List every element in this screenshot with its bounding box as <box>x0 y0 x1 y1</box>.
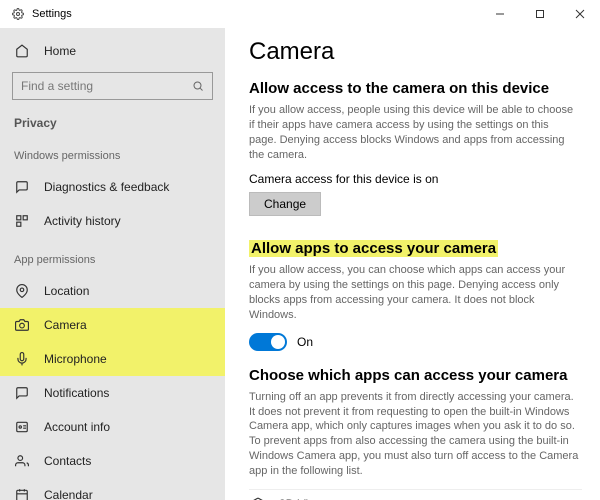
sidebar-item-account[interactable]: Account info <box>0 410 225 444</box>
section3-description: Turning off an app prevents it from dire… <box>249 390 579 479</box>
sidebar-item-label: Calendar <box>44 488 93 500</box>
sidebar-item-label: Diagnostics & feedback <box>44 180 169 194</box>
camera-access-status: Camera access for this device is on <box>249 172 582 186</box>
sidebar-group-app: App permissions <box>0 246 225 274</box>
sidebar: Home Find a setting Privacy Windows perm… <box>0 28 225 500</box>
sidebar-group-windows: Windows permissions <box>0 142 225 170</box>
sidebar-item-camera[interactable]: Camera <box>0 308 225 342</box>
sidebar-item-notifications[interactable]: Notifications <box>0 376 225 410</box>
calendar-icon <box>14 487 30 500</box>
window-title: Settings <box>32 8 72 20</box>
sidebar-item-label: Microphone <box>44 352 107 366</box>
search-placeholder: Find a setting <box>21 79 192 93</box>
minimize-button[interactable] <box>480 0 520 28</box>
sidebar-item-location[interactable]: Location <box>0 274 225 308</box>
section3-heading: Choose which apps can access your camera <box>249 367 582 384</box>
sidebar-item-label: Contacts <box>44 454 91 468</box>
sidebar-item-label: Camera <box>44 318 87 332</box>
section1-description: If you allow access, people using this d… <box>249 103 579 162</box>
sidebar-item-diagnostics[interactable]: Diagnostics & feedback <box>0 170 225 204</box>
sidebar-item-activity[interactable]: Activity history <box>0 204 225 238</box>
gear-icon <box>12 8 24 20</box>
cube-icon <box>249 495 267 500</box>
titlebar: Settings <box>0 0 600 28</box>
main-content: Camera Allow access to the camera on thi… <box>225 28 600 500</box>
camera-icon <box>14 317 30 333</box>
search-icon <box>192 80 204 92</box>
sidebar-item-label: Location <box>44 284 89 298</box>
close-button[interactable] <box>560 0 600 28</box>
sidebar-item-label: Notifications <box>44 386 109 400</box>
feedback-icon <box>14 179 30 195</box>
sidebar-item-microphone[interactable]: Microphone <box>0 342 225 376</box>
toggle-label: On <box>297 335 313 349</box>
search-input[interactable]: Find a setting <box>12 72 213 100</box>
notifications-icon <box>14 385 30 401</box>
page-title: Camera <box>249 38 582 66</box>
microphone-icon <box>14 351 30 367</box>
sidebar-item-home[interactable]: Home <box>0 34 225 68</box>
section1-heading: Allow access to the camera on this devic… <box>249 80 582 97</box>
change-button[interactable]: Change <box>249 192 321 216</box>
location-icon <box>14 283 30 299</box>
account-icon <box>14 419 30 435</box>
sidebar-item-calendar[interactable]: Calendar <box>0 478 225 500</box>
sidebar-item-label: Home <box>44 44 76 58</box>
activity-icon <box>14 213 30 229</box>
app-list-item[interactable]: 3D Viewer <box>249 489 582 500</box>
section2-heading: Allow apps to access your camera <box>249 240 498 257</box>
maximize-button[interactable] <box>520 0 560 28</box>
sidebar-item-label: Account info <box>44 420 110 434</box>
sidebar-item-label: Activity history <box>44 214 121 228</box>
sidebar-section-privacy: Privacy <box>0 108 225 134</box>
allow-apps-toggle[interactable] <box>249 333 287 351</box>
sidebar-item-contacts[interactable]: Contacts <box>0 444 225 478</box>
contacts-icon <box>14 453 30 469</box>
home-icon <box>14 43 30 59</box>
section2-description: If you allow access, you can choose whic… <box>249 263 579 322</box>
